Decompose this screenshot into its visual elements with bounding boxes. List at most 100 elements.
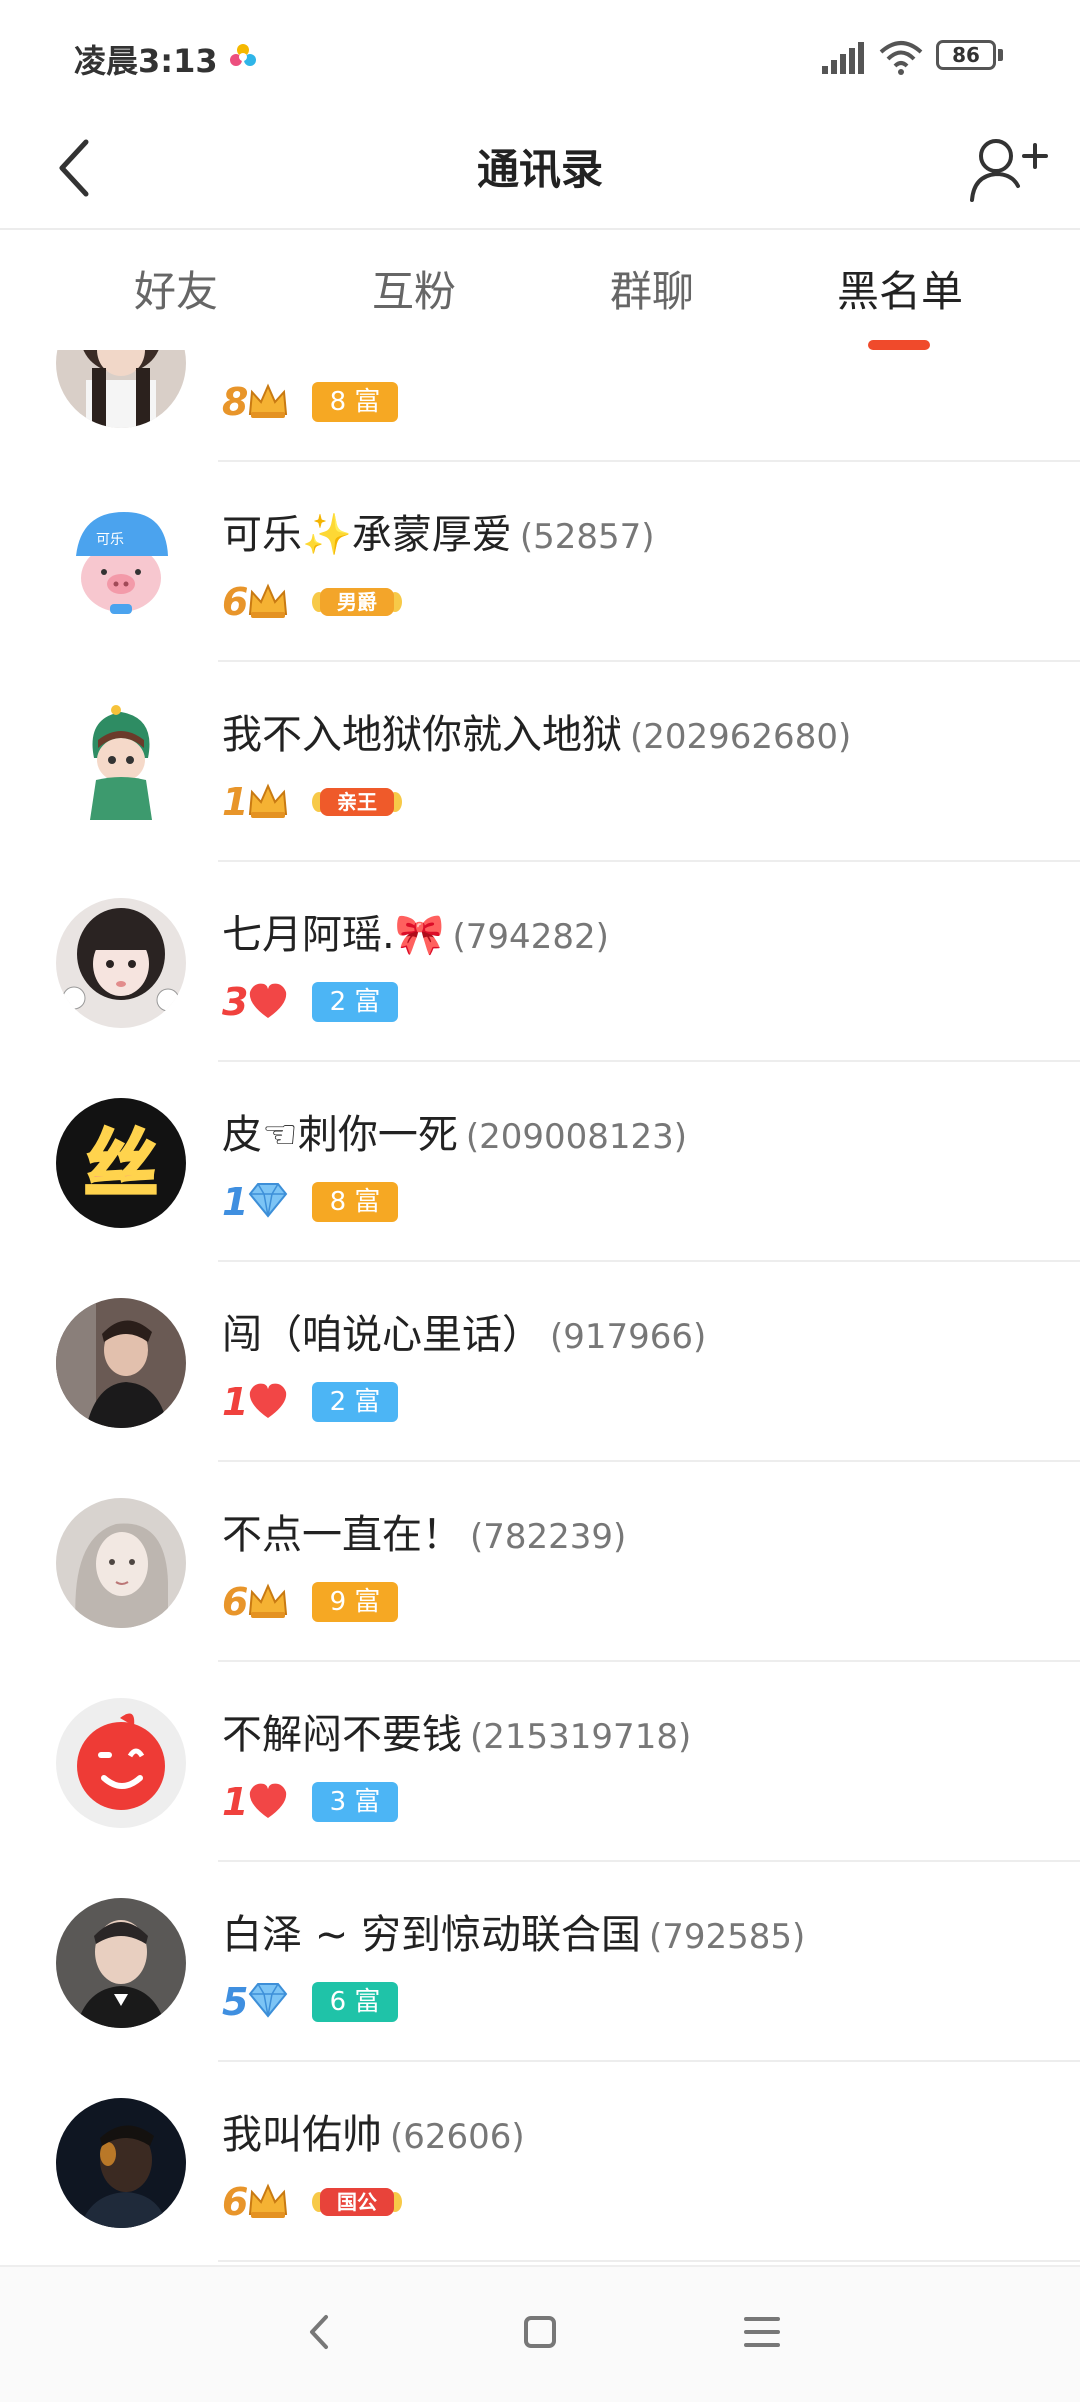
level-number: 1 bbox=[222, 1180, 249, 1224]
avatar[interactable] bbox=[56, 1898, 186, 2028]
level-badge: 1 bbox=[222, 1778, 290, 1826]
noble-title-badge: 国公 bbox=[312, 2182, 402, 2222]
avatar[interactable] bbox=[56, 2098, 186, 2228]
heart-icon bbox=[248, 980, 290, 1024]
tab-bar: 好友 互粉 群聊 黑名单 bbox=[0, 230, 1080, 350]
level-number: 5 bbox=[222, 1980, 249, 2024]
wealth-badge: 8 富 bbox=[312, 1182, 398, 1222]
noble-title-badge: 男爵 bbox=[312, 582, 402, 622]
status-bar: 凌晨3:13 86 bbox=[0, 0, 1080, 110]
level-number: 1 bbox=[222, 1380, 249, 1424]
contact-row[interactable]: 白泽 ~ 穷到惊动联合国 (792585) 5 6 富 bbox=[0, 1862, 1080, 2062]
contact-name: 不解闷不要钱 bbox=[222, 1712, 462, 1758]
crown-icon bbox=[248, 780, 290, 824]
svg-text:可乐: 可乐 bbox=[96, 531, 124, 547]
crown-icon bbox=[248, 580, 290, 624]
avatar[interactable] bbox=[56, 698, 186, 828]
level-number: 6 bbox=[222, 2180, 249, 2224]
contact-row[interactable]: 丝 皮☜刺你一死 (209008123) 1 8 富 bbox=[0, 1062, 1080, 1262]
contact-name-line: 我叫佑帅 (62606) bbox=[222, 2102, 525, 2160]
avatar[interactable] bbox=[56, 350, 186, 428]
avatar[interactable]: 丝 bbox=[56, 1098, 186, 1228]
contact-name: 白泽 ~ 穷到惊动联合国 bbox=[222, 1912, 641, 1958]
level-number: 1 bbox=[222, 1780, 249, 1824]
avatar[interactable]: 可乐 bbox=[56, 498, 186, 628]
crown-icon bbox=[248, 2180, 290, 2224]
contact-id: (215319718) bbox=[470, 1717, 692, 1757]
wealth-badge: 6 富 bbox=[312, 1982, 398, 2022]
avatar[interactable] bbox=[56, 1298, 186, 1428]
wealth-badge: 9 富 bbox=[312, 1582, 398, 1622]
tab-blacklist[interactable]: 黑名单 bbox=[780, 258, 1020, 319]
wifi-icon bbox=[879, 41, 923, 75]
contact-name-line: 不解闷不要钱 (215319718) bbox=[222, 1702, 691, 1760]
contact-name: 不点一直在！ bbox=[222, 1512, 462, 1558]
diamond-icon bbox=[248, 1980, 290, 2024]
noble-title-text: 国公 bbox=[320, 2188, 394, 2216]
row-divider bbox=[218, 2260, 1080, 2262]
page-title: 通讯录 bbox=[476, 145, 603, 194]
contact-name: 我叫佑帅 bbox=[222, 2112, 382, 2158]
crown-icon bbox=[248, 380, 290, 424]
tab-friends[interactable]: 好友 bbox=[56, 258, 296, 319]
contact-id: (792585) bbox=[648, 1917, 806, 1957]
avatar[interactable] bbox=[56, 898, 186, 1028]
level-badge: 8 bbox=[222, 378, 290, 426]
active-tab-indicator bbox=[868, 340, 930, 350]
contact-row[interactable]: 我叫佑帅 (62606) 6 国公 bbox=[0, 2062, 1080, 2262]
contact-row[interactable]: 七月阿瑶.🎀 (794282) 3 2 富 bbox=[0, 862, 1080, 1062]
diamond-icon bbox=[248, 1180, 290, 1224]
battery-icon: 86 bbox=[936, 40, 1006, 74]
level-badge: 5 bbox=[222, 1978, 290, 2026]
contact-name-line: 我不入地狱你就入地狱 (202962680) bbox=[222, 702, 851, 760]
signal-icon bbox=[822, 42, 864, 74]
contact-name-line: 不点一直在！ (782239) bbox=[222, 1502, 626, 1560]
contact-row[interactable]: 不点一直在！ (782239) 6 9 富 bbox=[0, 1462, 1080, 1662]
tab-mutual-fans[interactable]: 互粉 bbox=[294, 258, 534, 319]
nav-menu-icon[interactable] bbox=[722, 2297, 802, 2367]
contact-name: 闯（咱说心里话） bbox=[222, 1312, 542, 1358]
level-badge: 3 bbox=[222, 978, 290, 1026]
contact-row[interactable]: 闯（咱说心里话） (917966) 1 2 富 bbox=[0, 1262, 1080, 1462]
level-number: 8 bbox=[222, 380, 249, 424]
app-notification-icon bbox=[230, 44, 256, 66]
contact-name: 我不入地狱你就入地狱 bbox=[222, 712, 622, 758]
level-number: 3 bbox=[222, 980, 249, 1024]
blacklist-list[interactable]: 88 富可乐 可乐✨承蒙厚爱 (52857) 6 男爵 我不入地狱你就入地狱 (202962… bbox=[0, 350, 1080, 2265]
wealth-badge: 3 富 bbox=[312, 1782, 398, 1822]
level-number: 1 bbox=[222, 780, 249, 824]
back-arrow-icon[interactable] bbox=[40, 124, 110, 212]
tab-group-chats[interactable]: 群聊 bbox=[532, 258, 772, 319]
heart-icon bbox=[248, 1780, 290, 1824]
contact-row[interactable]: 我不入地狱你就入地狱 (202962680) 1 亲王 bbox=[0, 662, 1080, 862]
crown-icon bbox=[248, 1580, 290, 1624]
avatar[interactable] bbox=[56, 1498, 186, 1628]
contact-id: (209008123) bbox=[465, 1117, 688, 1157]
wealth-badge: 2 富 bbox=[312, 1382, 398, 1422]
app-header: 通讯录 bbox=[0, 110, 1080, 230]
contact-row[interactable]: 8 8 富 bbox=[0, 350, 1080, 462]
contact-row[interactable]: 可乐 可乐✨承蒙厚爱 (52857) 6 男爵 bbox=[0, 462, 1080, 662]
contact-id: (202962680) bbox=[630, 717, 852, 757]
status-time: 凌晨3:13 bbox=[74, 42, 218, 80]
contact-name: 皮☜刺你一死 bbox=[222, 1112, 458, 1158]
level-badge: 6 bbox=[222, 1578, 290, 1626]
add-friend-icon[interactable] bbox=[966, 124, 1050, 212]
contact-id: (917966) bbox=[550, 1317, 707, 1357]
level-badge: 1 bbox=[222, 1178, 290, 1226]
contact-name-line: 闯（咱说心里话） (917966) bbox=[222, 1302, 706, 1360]
contact-id: (52857) bbox=[519, 517, 655, 557]
contact-row[interactable]: 不解闷不要钱 (215319718) 1 3 富 bbox=[0, 1662, 1080, 1862]
avatar[interactable] bbox=[56, 1698, 186, 1828]
level-badge: 6 bbox=[222, 578, 290, 626]
contact-id: (782239) bbox=[470, 1517, 627, 1557]
level-badge: 1 bbox=[222, 1378, 290, 1426]
level-number: 6 bbox=[222, 1580, 249, 1624]
contact-name: 七月阿瑶.🎀 bbox=[222, 912, 445, 958]
nav-home-icon[interactable] bbox=[500, 2297, 580, 2367]
contact-name-line: 可乐✨承蒙厚爱 (52857) bbox=[222, 502, 655, 560]
nav-back-icon[interactable] bbox=[280, 2297, 360, 2367]
contact-name-line: 七月阿瑶.🎀 (794282) bbox=[222, 902, 609, 960]
level-number: 6 bbox=[222, 580, 249, 624]
contact-name-line: 白泽 ~ 穷到惊动联合国 (792585) bbox=[222, 1902, 805, 1960]
